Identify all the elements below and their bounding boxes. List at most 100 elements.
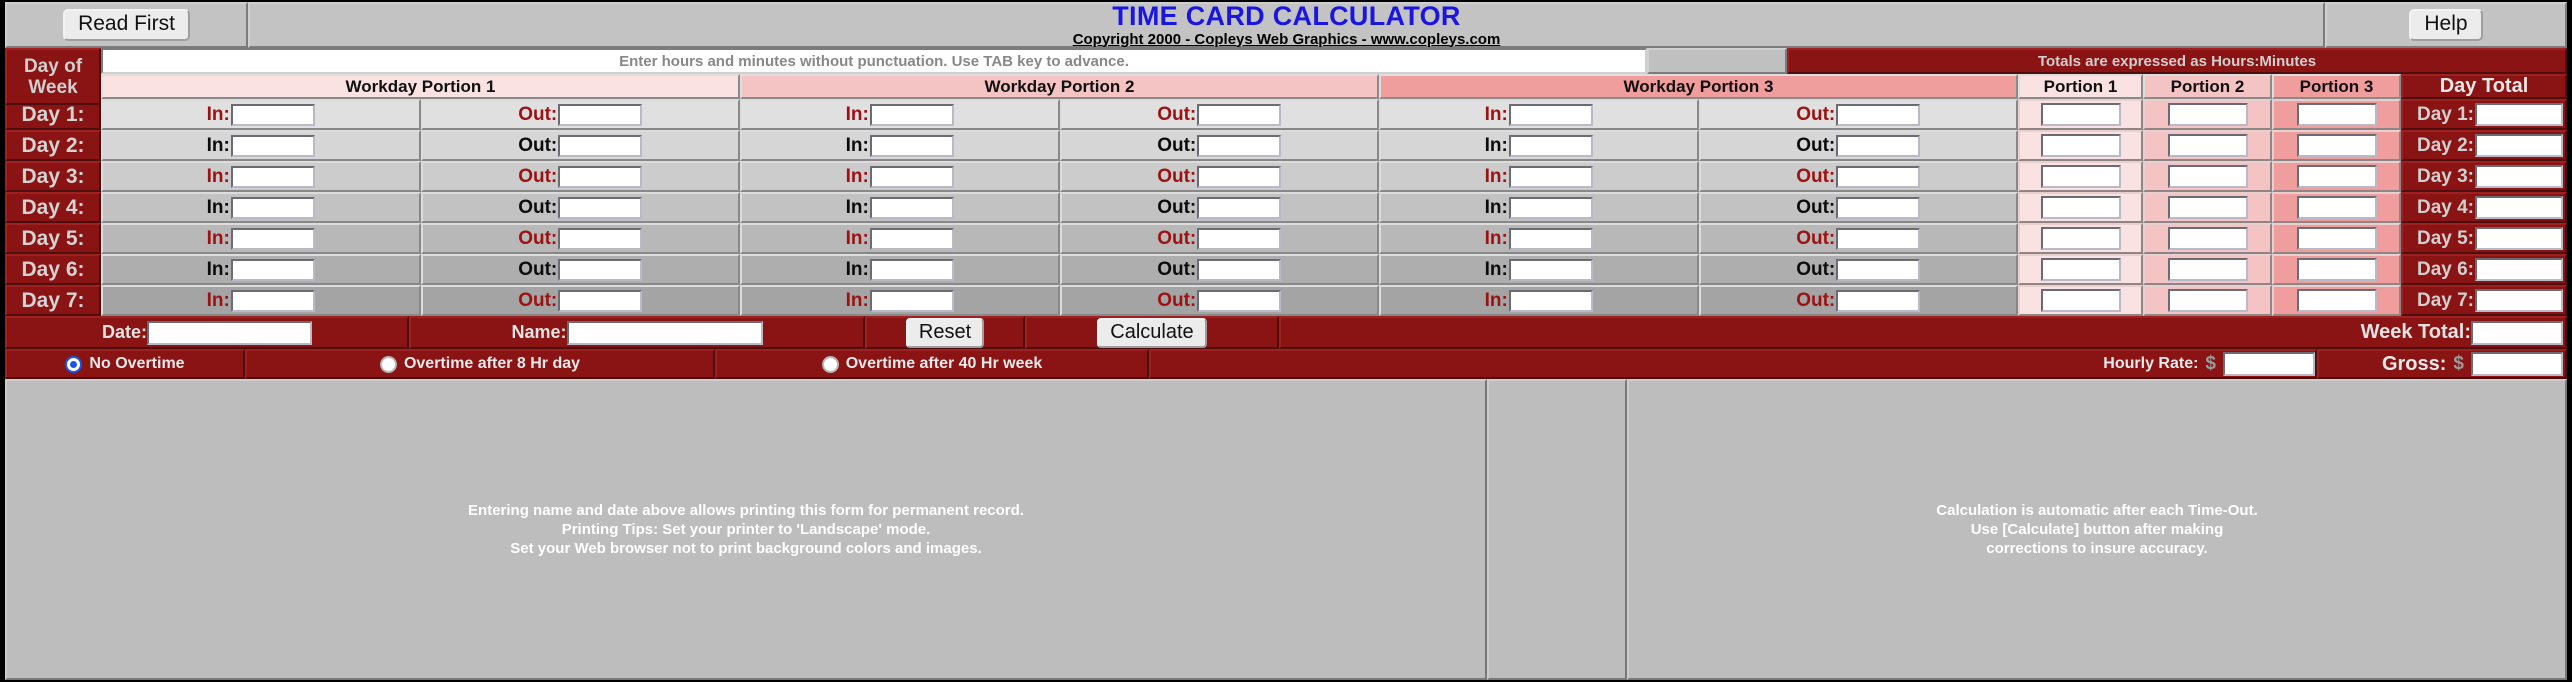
day-3-in2-input[interactable]	[869, 165, 954, 188]
day-4-p2-total-input[interactable]	[2167, 196, 2248, 219]
day-3-total-input[interactable]	[2475, 165, 2563, 188]
day-7-in2-input[interactable]	[869, 289, 954, 312]
name-label: Name:	[511, 322, 567, 342]
day-3-portion-3-out-cell: Out:	[1698, 161, 2018, 192]
day-5-p1-total-input[interactable]	[2040, 227, 2121, 250]
out-label: Out:	[1796, 104, 1836, 125]
day-7-in3-input[interactable]	[1508, 289, 1593, 312]
day-2-in1-input[interactable]	[230, 134, 315, 157]
overtime-option-0[interactable]: No Overtime	[5, 349, 245, 379]
day-5-p3-total-input[interactable]	[2296, 227, 2377, 250]
day-4-p1-total-input[interactable]	[2040, 196, 2121, 219]
day-5-out3-input[interactable]	[1836, 227, 1921, 250]
day-3-out3-input[interactable]	[1836, 165, 1921, 188]
day-4-out1-input[interactable]	[558, 196, 643, 219]
day-1-p1-total-input[interactable]	[2040, 103, 2121, 126]
day-2-out3-input[interactable]	[1836, 134, 1921, 157]
radio-no-overtime-icon[interactable]	[65, 355, 83, 373]
day-5-total-input[interactable]	[2475, 227, 2563, 250]
day-4-portion-3-total-cell	[2272, 192, 2401, 223]
overtime-option-2[interactable]: Overtime after 40 Hr week	[715, 349, 1149, 379]
day-4-in2-input[interactable]	[869, 196, 954, 219]
day-1-p3-total-input[interactable]	[2296, 103, 2377, 126]
day-4-out3-input[interactable]	[1836, 196, 1921, 219]
day-1-in2-input[interactable]	[869, 103, 954, 126]
day-3-in1-input[interactable]	[230, 165, 315, 188]
reset-button[interactable]: Reset	[905, 317, 985, 348]
day-1-out2-input[interactable]	[1197, 103, 1282, 126]
day-5-in2-input[interactable]	[869, 227, 954, 250]
workday-portion-2-header: Workday Portion 2	[740, 74, 1379, 99]
day-2-total-input[interactable]	[2475, 134, 2563, 157]
out-label: Out:	[518, 290, 558, 311]
day-2-p3-total-input[interactable]	[2296, 134, 2377, 157]
day-7-p2-total-input[interactable]	[2167, 289, 2248, 312]
day-7-out2-input[interactable]	[1197, 289, 1282, 312]
day-6-p1-total-input[interactable]	[2040, 258, 2121, 281]
day-4-out2-input[interactable]	[1197, 196, 1282, 219]
day-1-out3-input[interactable]	[1836, 103, 1921, 126]
day-7-p1-total-input[interactable]	[2040, 289, 2121, 312]
day-7-in1-input[interactable]	[230, 289, 315, 312]
day-4-in1-input[interactable]	[230, 196, 315, 219]
day-6-out3-input[interactable]	[1836, 258, 1921, 281]
day-6-in1-input[interactable]	[230, 258, 315, 281]
day-2-out2-input[interactable]	[1197, 134, 1282, 157]
day-6-out1-input[interactable]	[558, 258, 643, 281]
day-3-out2-input[interactable]	[1197, 165, 1282, 188]
day-1-p2-total-input[interactable]	[2167, 103, 2248, 126]
in-label: In:	[1484, 290, 1508, 311]
table-row: Day 1: In: Out: In: Out: In: Out: Day 1:	[5, 99, 2567, 130]
day-3-out1-input[interactable]	[558, 165, 643, 188]
day-1-in1-input[interactable]	[230, 103, 315, 126]
day-1-in3-input[interactable]	[1508, 103, 1593, 126]
day-2-in2-input[interactable]	[869, 134, 954, 157]
day-6-in3-input[interactable]	[1508, 258, 1593, 281]
overtime-option-1[interactable]: Overtime after 8 Hr day	[245, 349, 715, 379]
day-1-out1-input[interactable]	[558, 103, 643, 126]
day-5-in1-input[interactable]	[230, 227, 315, 250]
read-first-cell: Read First	[5, 2, 248, 48]
day-2-p1-total-input[interactable]	[2040, 134, 2121, 157]
day-7-out1-input[interactable]	[558, 289, 643, 312]
day-5-in3-input[interactable]	[1508, 227, 1593, 250]
day-6-in2-input[interactable]	[869, 258, 954, 281]
day-4-total-input[interactable]	[2475, 196, 2563, 219]
day-7-out3-input[interactable]	[1836, 289, 1921, 312]
day-2-p2-total-input[interactable]	[2167, 134, 2248, 157]
day-2-in3-input[interactable]	[1508, 134, 1593, 157]
day-5-out1-input[interactable]	[558, 227, 643, 250]
day-6-p2-total-input[interactable]	[2167, 258, 2248, 281]
calculate-button[interactable]: Calculate	[1097, 317, 1207, 348]
day-4-p3-total-input[interactable]	[2296, 196, 2377, 219]
day-total-label: Day 6:	[2416, 258, 2474, 280]
day-7-total-input[interactable]	[2475, 289, 2563, 312]
day-3-p1-total-input[interactable]	[2040, 165, 2121, 188]
out-label: Out:	[1157, 290, 1197, 311]
radio-overtime-8hr-icon[interactable]	[379, 355, 397, 373]
day-6-p3-total-input[interactable]	[2296, 258, 2377, 281]
day-6-total-input[interactable]	[2475, 258, 2563, 281]
day-3-p3-total-input[interactable]	[2296, 165, 2377, 188]
read-first-button[interactable]: Read First	[63, 9, 190, 41]
day-4-in3-input[interactable]	[1508, 196, 1593, 219]
copyright-notice: Copyright 2000 - Copleys Web Graphics - …	[1072, 30, 1501, 48]
day-3-in3-input[interactable]	[1508, 165, 1593, 188]
day-2-out1-input[interactable]	[558, 134, 643, 157]
date-input[interactable]	[147, 320, 312, 345]
day-5-out2-input[interactable]	[1197, 227, 1282, 250]
day-5-p2-total-input[interactable]	[2167, 227, 2248, 250]
gross-input[interactable]	[2471, 352, 2563, 376]
radio-overtime-40hr-icon[interactable]	[821, 355, 839, 373]
in-label: In:	[206, 166, 230, 187]
day-3-p2-total-input[interactable]	[2167, 165, 2248, 188]
week-total-input[interactable]	[2471, 320, 2563, 345]
help-button[interactable]: Help	[2409, 9, 2483, 41]
day-1-total-input[interactable]	[2475, 103, 2563, 126]
name-input[interactable]	[566, 320, 763, 345]
workday-portion-3-header: Workday Portion 3	[1379, 74, 2018, 99]
hourly-rate-input[interactable]	[2223, 352, 2315, 376]
day-6-out2-input[interactable]	[1197, 258, 1282, 281]
day-7-portion-1-out-cell: Out:	[420, 285, 740, 316]
day-7-p3-total-input[interactable]	[2296, 289, 2377, 312]
